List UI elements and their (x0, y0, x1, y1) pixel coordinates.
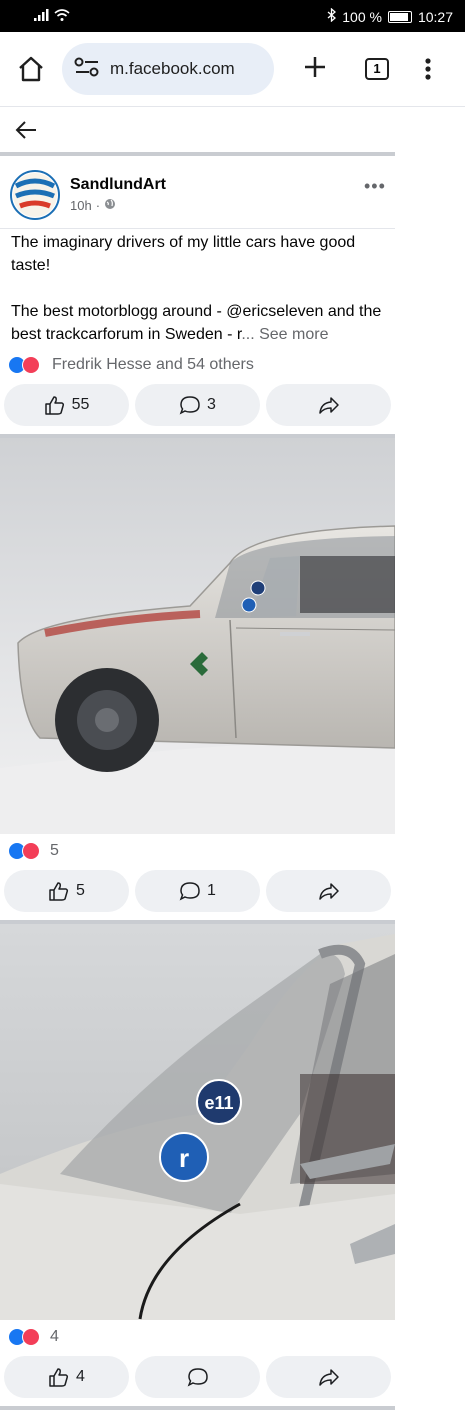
car-photo-image (0, 438, 395, 834)
plus-icon (305, 57, 325, 77)
post-caption: The imaginary drivers of my little cars … (0, 228, 395, 346)
photo1-actions: 5 1 (0, 864, 395, 920)
windshield-photo-image: e11 r (0, 924, 395, 1320)
reactions-text: Fredrik Hesse and 54 others (52, 356, 254, 373)
photo2-like-count: 4 (76, 1368, 85, 1385)
browser-toolbar: m.facebook.com 1 (0, 32, 465, 106)
photo1-comment-count: 1 (207, 882, 216, 899)
post-options-button[interactable]: ••• (364, 176, 386, 197)
arrow-left-icon (15, 121, 36, 139)
comment-icon (187, 1368, 208, 1387)
love-reaction-icon (22, 356, 40, 374)
share-icon (318, 397, 339, 414)
caption-line-1: The imaginary drivers of my little cars … (11, 234, 356, 274)
back-button[interactable] (14, 117, 40, 143)
home-button[interactable] (16, 54, 46, 84)
photo1-reactions-count: 5 (50, 842, 59, 859)
reaction-icons (8, 841, 48, 861)
comment-icon (179, 882, 200, 901)
photo2-comment-button[interactable] (135, 1356, 260, 1398)
thumbs-up-icon (49, 882, 69, 901)
address-bar[interactable]: m.facebook.com (62, 43, 274, 95)
post-feed: SandlundArt 10h · ••• The imaginary driv… (0, 152, 395, 1410)
thumbs-up-icon (49, 1368, 69, 1387)
see-more-link[interactable]: ... See more (241, 326, 328, 343)
reactions-summary[interactable]: Fredrik Hesse and 54 others (0, 352, 395, 378)
reaction-icons (8, 1327, 48, 1347)
reaction-icons (8, 355, 48, 375)
post-header: SandlundArt 10h · ••• (0, 156, 395, 228)
decal-r: r (179, 1143, 189, 1173)
photo1-reactions-summary[interactable]: 5 (0, 838, 395, 864)
photo2-reactions-summary[interactable]: 4 (0, 1324, 395, 1350)
post-meta: 10h · (70, 198, 116, 213)
share-button[interactable] (266, 384, 391, 426)
photo1-comment-button[interactable]: 1 (135, 870, 260, 912)
status-bar: 100 % 10:27 (0, 0, 465, 32)
caption-line-2: The best motorblogg around - @ericseleve… (11, 300, 385, 346)
wifi-icon (54, 8, 70, 24)
avatar[interactable] (10, 170, 60, 220)
battery-percent: 100 % (342, 8, 382, 25)
comment-button[interactable]: 3 (135, 384, 260, 426)
love-reaction-icon (22, 842, 40, 860)
love-reaction-icon (22, 1328, 40, 1346)
photo1-like-button[interactable]: 5 (4, 870, 129, 912)
share-icon (318, 883, 339, 900)
photo2-like-button[interactable]: 4 (4, 1356, 129, 1398)
comment-icon (179, 396, 200, 415)
page-nav-bar (0, 106, 465, 152)
photo2-reactions-count: 4 (50, 1328, 59, 1345)
browser-menu-button[interactable] (420, 54, 436, 84)
sandlundart-logo (13, 173, 57, 217)
thumbs-up-icon (44, 396, 64, 415)
globe-icon (104, 198, 116, 213)
post-photo-car-side[interactable] (0, 438, 395, 834)
site-settings-icon[interactable] (74, 56, 100, 83)
clock: 10:27 (417, 8, 453, 25)
share-icon (318, 1369, 339, 1386)
photo1-share-button[interactable] (266, 870, 391, 912)
decal-e11: e11 (204, 1093, 233, 1113)
photo2-share-button[interactable] (266, 1356, 391, 1398)
meta-separator: · (95, 198, 101, 213)
bluetooth-icon (327, 7, 337, 25)
url-text: m.facebook.com (110, 59, 235, 78)
author-name[interactable]: SandlundArt (70, 176, 166, 194)
like-count: 55 (71, 396, 90, 413)
post-actions: 55 3 (0, 378, 395, 434)
photo1-like-count: 5 (76, 882, 85, 899)
home-icon (19, 56, 43, 82)
divider (0, 1406, 395, 1410)
photo2-actions: 4 (0, 1350, 395, 1406)
post-time[interactable]: 10h (70, 198, 92, 213)
tab-switcher-button[interactable]: 1 (365, 58, 389, 80)
post-photo-windshield-closeup[interactable]: e11 r (0, 924, 395, 1320)
more-vertical-icon (425, 58, 431, 80)
new-tab-button[interactable] (300, 52, 330, 82)
like-button[interactable]: 55 (4, 384, 129, 426)
signal-icon (34, 8, 50, 24)
battery-icon (387, 10, 412, 23)
comment-count: 3 (207, 396, 216, 413)
